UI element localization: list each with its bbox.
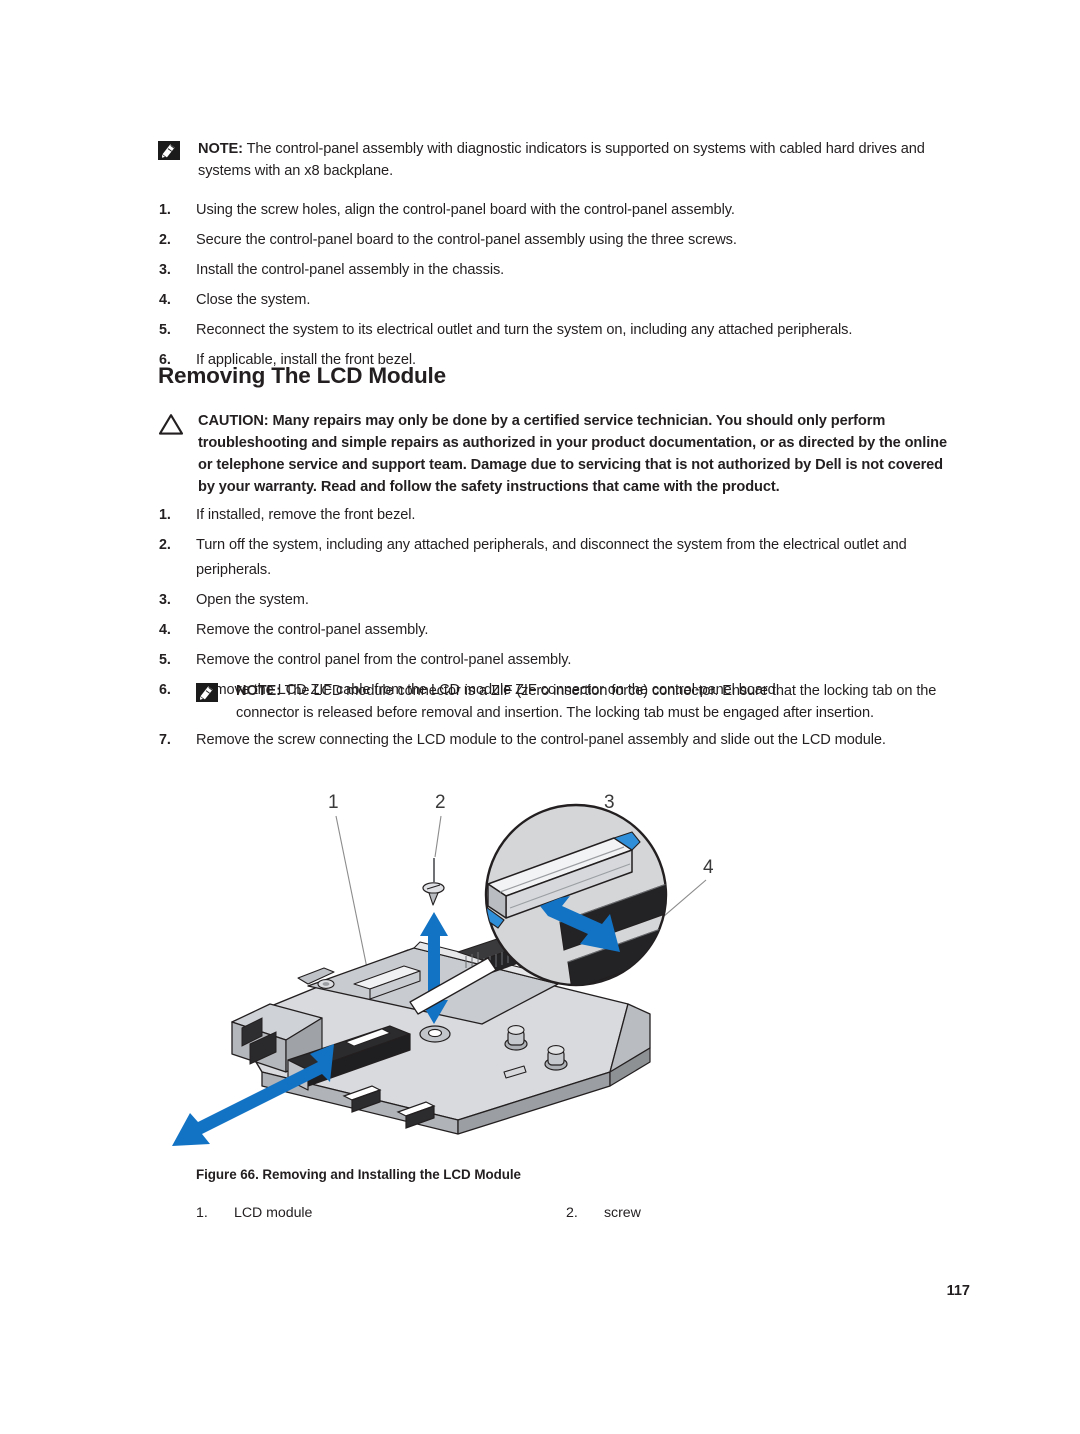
list-item: 4. Remove the control-panel assembly. — [158, 618, 958, 643]
legend-number: 1. — [196, 1205, 208, 1221]
caution-label: CAUTION: — [198, 413, 269, 429]
legend-entry-1: 1. LCD module — [196, 1205, 566, 1221]
note-label: NOTE: — [236, 683, 281, 699]
figure-legend: 1. LCD module 2. screw — [196, 1205, 936, 1221]
note-pencil-icon — [158, 138, 188, 160]
step-text: Remove the screw connecting the LCD modu… — [196, 732, 886, 748]
list-item: 5. Remove the control panel from the con… — [158, 648, 958, 673]
note-label: NOTE: — [198, 141, 243, 157]
step-text: Close the system. — [196, 292, 311, 308]
note-pencil-icon — [196, 680, 226, 702]
document-page: NOTE: The control-panel assembly with di… — [0, 0, 1080, 1434]
list-item: 1. Using the screw holes, align the cont… — [158, 198, 958, 223]
list-item: 3. Install the control-panel assembly in… — [158, 258, 958, 283]
list-item: 4. Close the system. — [158, 288, 958, 313]
admonition-note: NOTE: The control-panel assembly with di… — [158, 138, 958, 182]
screw-hole-boss — [419, 1025, 451, 1043]
page-title: Removing The LCD Module — [158, 363, 446, 388]
step-text: Remove the control panel from the contro… — [196, 651, 572, 668]
install-steps-list: 1. Using the screw holes, align the cont… — [158, 198, 958, 378]
step-text: Open the system. — [196, 591, 309, 608]
screw-illustration — [422, 858, 445, 906]
warning-triangle-icon — [158, 410, 188, 436]
list-item: 1. If installed, remove the front bezel. — [158, 503, 958, 528]
step-number: 1. — [159, 507, 171, 523]
figure-caption: Figure 66. Removing and Installing the L… — [196, 1167, 521, 1182]
legend-number: 2. — [566, 1205, 578, 1221]
step-text: If installed, remove the front bezel. — [196, 507, 416, 523]
callout-number-4: 4 — [703, 857, 714, 878]
page-number: 117 — [946, 1283, 970, 1299]
section-heading-wrap: Removing The LCD Module — [158, 363, 958, 389]
step-text: Install the control-panel assembly in th… — [196, 262, 505, 278]
legend-entry-2: 2. screw — [566, 1205, 936, 1221]
list-item: 2. Secure the control-panel board to the… — [158, 228, 958, 253]
step-number: 6. — [159, 681, 171, 698]
list-item: 2. Turn off the system, including any at… — [158, 533, 958, 582]
removal-steps-list: 1. If installed, remove the front bezel.… — [158, 503, 958, 708]
step-text: Reconnect the system to its electrical o… — [196, 322, 853, 338]
step-number: 3. — [159, 591, 171, 608]
list-item: 5. Reconnect the system to its electrica… — [158, 318, 958, 343]
step-text: Using the screw holes, align the control… — [196, 202, 735, 218]
step-number: 5. — [159, 651, 171, 668]
step-text: Remove the control-panel assembly. — [196, 621, 429, 638]
step-number: 2. — [159, 232, 171, 248]
callout-number-2: 2 — [435, 792, 446, 813]
caution-text: CAUTION: Many repairs may only be done b… — [198, 410, 958, 498]
step-number: 3. — [159, 262, 171, 278]
step-number: 7. — [159, 732, 171, 748]
caution-block: CAUTION: Many repairs may only be done b… — [158, 410, 958, 498]
step-text: Turn off the system, including any attac… — [196, 537, 907, 578]
admonition-caution: CAUTION: Many repairs may only be done b… — [158, 410, 958, 498]
step-number: 4. — [159, 621, 171, 638]
legend-label: LCD module — [234, 1205, 313, 1221]
legend-label: screw — [604, 1205, 641, 1221]
step-number: 2. — [159, 537, 171, 553]
callout-number-1: 1 — [328, 792, 339, 813]
step-text: Secure the control-panel board to the co… — [196, 232, 737, 248]
note-text: NOTE: The LCD module connector is a ZIF … — [236, 680, 958, 724]
note-body-text: The control-panel assembly with diagnost… — [198, 141, 925, 179]
removal-step-7: 7. Remove the screw connecting the LCD m… — [158, 728, 958, 758]
note-block-zif: NOTE: The LCD module connector is a ZIF … — [196, 680, 958, 724]
figure-lcd-module: 1 2 3 4 — [158, 772, 958, 1172]
caution-body-text: Many repairs may only be done by a certi… — [198, 413, 947, 495]
step-number: 1. — [159, 202, 171, 218]
list-item: 3. Open the system. — [158, 588, 958, 613]
note-block-backplane: NOTE: The control-panel assembly with di… — [158, 138, 958, 182]
note-text: NOTE: The control-panel assembly with di… — [198, 138, 958, 182]
note-body-text: The LCD module connector is a ZIF (zero … — [236, 683, 937, 721]
admonition-note: NOTE: The LCD module connector is a ZIF … — [196, 680, 958, 724]
step-number: 4. — [159, 292, 171, 308]
list-item: 7. Remove the screw connecting the LCD m… — [158, 728, 958, 753]
step-number: 5. — [159, 322, 171, 338]
